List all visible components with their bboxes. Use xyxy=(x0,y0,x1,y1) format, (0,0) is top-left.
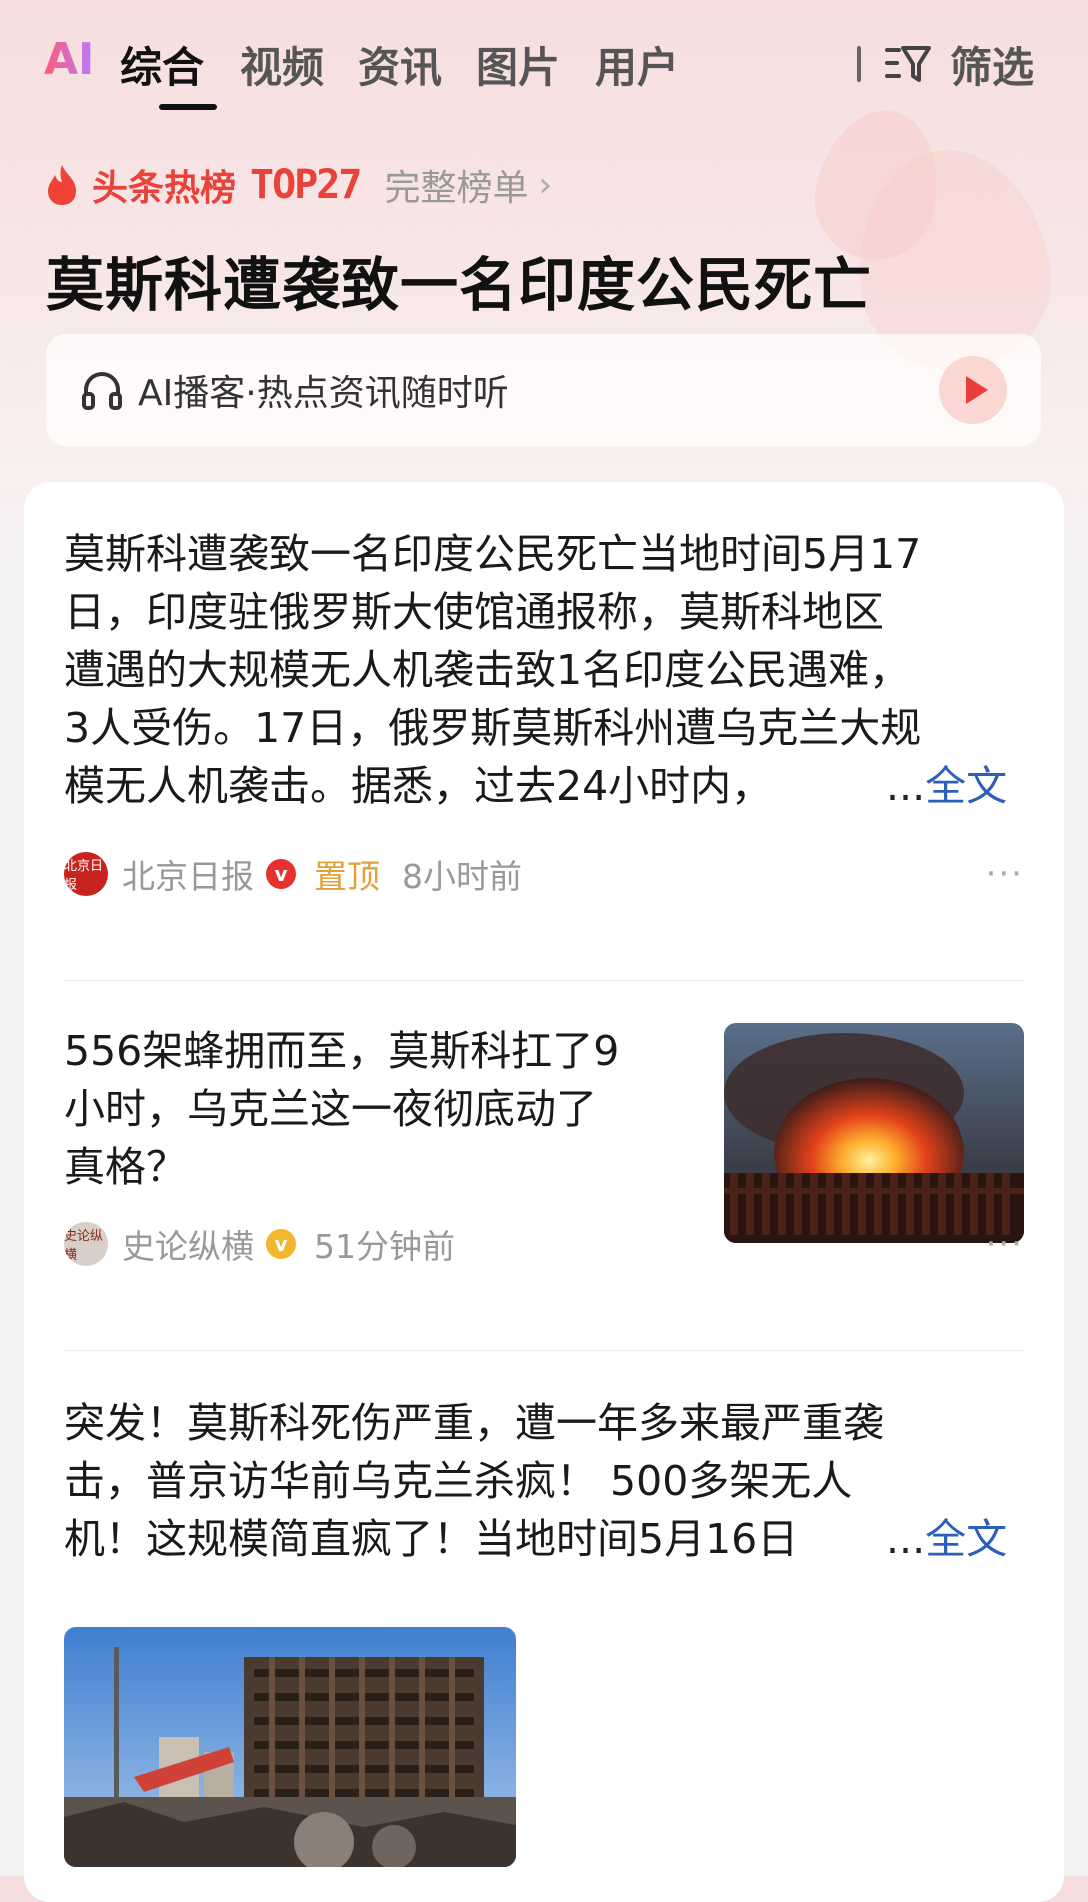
more-options-icon[interactable]: ··· xyxy=(986,854,1024,894)
article-text-line: 莫斯科遭袭致一名印度公民死亡当地时间5月17 xyxy=(64,530,922,578)
tab-images[interactable]: 图片 xyxy=(476,34,560,95)
search-tab-bar: AI 综合 视频 资讯 图片 用户 筛选 xyxy=(0,0,1088,120)
divider xyxy=(64,980,1024,981)
article-meta: 北京日报 北京日报 v 置顶 8小时前 xyxy=(64,850,522,898)
tab-comprehensive[interactable]: 综合 xyxy=(120,34,204,95)
source-name[interactable]: 北京日报 xyxy=(122,850,254,898)
full-text-link[interactable]: 全文 xyxy=(925,762,1007,810)
tab-news[interactable]: 资讯 xyxy=(358,34,442,95)
avatar[interactable]: 北京日报 xyxy=(64,852,108,896)
expand-link[interactable]: ...全文 xyxy=(886,1510,1007,1568)
headphone-icon xyxy=(82,372,122,410)
ai-podcast-bar[interactable]: AI播客·热点资讯随时听 xyxy=(46,334,1041,446)
article-text-line: 日，印度驻俄罗斯大使馆通报称，莫斯科地区 xyxy=(64,588,884,636)
filter-button[interactable]: 筛选 xyxy=(950,34,1034,95)
hot-list-header[interactable]: 头条热榜 TOP27 完整榜单 › xyxy=(44,160,552,210)
article-title-line: 小时，乌克兰这一夜彻底动了 xyxy=(64,1085,597,1133)
article-text-line: 遭遇的大规模无人机袭击致1名印度公民遇难， xyxy=(64,646,911,694)
article-text-line: 机！这规模简直疯了！当地时间5月16日 xyxy=(64,1515,799,1563)
publish-time: 8小时前 xyxy=(402,857,522,896)
article-text-line: 突发！莫斯科死伤严重，遭一年多来最严重袭 xyxy=(64,1399,884,1447)
article-text-line: 3人受伤。17日，俄罗斯莫斯科州遭乌克兰大规 xyxy=(64,704,922,752)
filter-icon[interactable] xyxy=(883,38,933,88)
hot-headline[interactable]: 莫斯科遭袭致一名印度公民死亡 xyxy=(46,238,872,322)
hot-list-title: 头条热榜 xyxy=(92,168,237,209)
hot-rank: TOP27 xyxy=(250,162,362,208)
article-image[interactable] xyxy=(64,1627,516,1867)
full-text-link[interactable]: 全文 xyxy=(925,1515,1007,1563)
tab-users[interactable]: 用户 xyxy=(595,34,679,95)
podcast-label: AI播客·热点资讯随时听 xyxy=(138,373,509,414)
active-tab-indicator xyxy=(159,104,217,110)
tab-video[interactable]: 视频 xyxy=(240,34,324,95)
article-title-line: 真格？ xyxy=(64,1143,187,1191)
play-icon xyxy=(966,376,988,404)
play-button[interactable] xyxy=(939,356,1007,424)
more-options-icon[interactable]: ··· xyxy=(986,1224,1024,1264)
flame-icon xyxy=(48,165,76,205)
avatar[interactable]: 史论纵横 xyxy=(64,1222,108,1266)
ellipsis: ... xyxy=(886,762,926,810)
results-feed: 莫斯科遭袭致一名印度公民死亡当地时间5月17 日，印度驻俄罗斯大使馆通报称，莫斯… xyxy=(24,482,1064,1902)
article-text-line: 模无人机袭击。据悉，过去24小时内， xyxy=(64,762,773,810)
article-title-line: 556架蜂拥而至，莫斯科扛了9 xyxy=(64,1027,620,1075)
tab-divider xyxy=(857,46,861,82)
pinned-tag: 置顶 xyxy=(314,857,380,896)
avatar-logo-text: 北京日报 xyxy=(64,859,104,893)
publish-time: 51分钟前 xyxy=(314,1227,455,1266)
source-name[interactable]: 史论纵横 xyxy=(122,1220,254,1268)
expand-link[interactable]: ...全文 xyxy=(886,757,1007,815)
ellipsis: ... xyxy=(886,1515,926,1563)
full-list-link[interactable]: 完整榜单 xyxy=(384,159,528,211)
chevron-right-icon: › xyxy=(538,165,553,205)
article-meta: 史论纵横 史论纵横 v 51分钟前 xyxy=(64,1220,455,1268)
divider xyxy=(64,1350,1024,1351)
verified-badge-icon: v xyxy=(266,859,296,889)
verified-badge-icon: v xyxy=(266,1229,296,1259)
ai-logo[interactable]: AI xyxy=(44,34,94,85)
article-text-line: 击，普京访华前乌克兰杀疯！ 500多架无人 xyxy=(64,1457,853,1505)
avatar-logo-text: 史论纵横 xyxy=(64,1229,104,1263)
article-thumbnail[interactable] xyxy=(724,1023,1024,1243)
